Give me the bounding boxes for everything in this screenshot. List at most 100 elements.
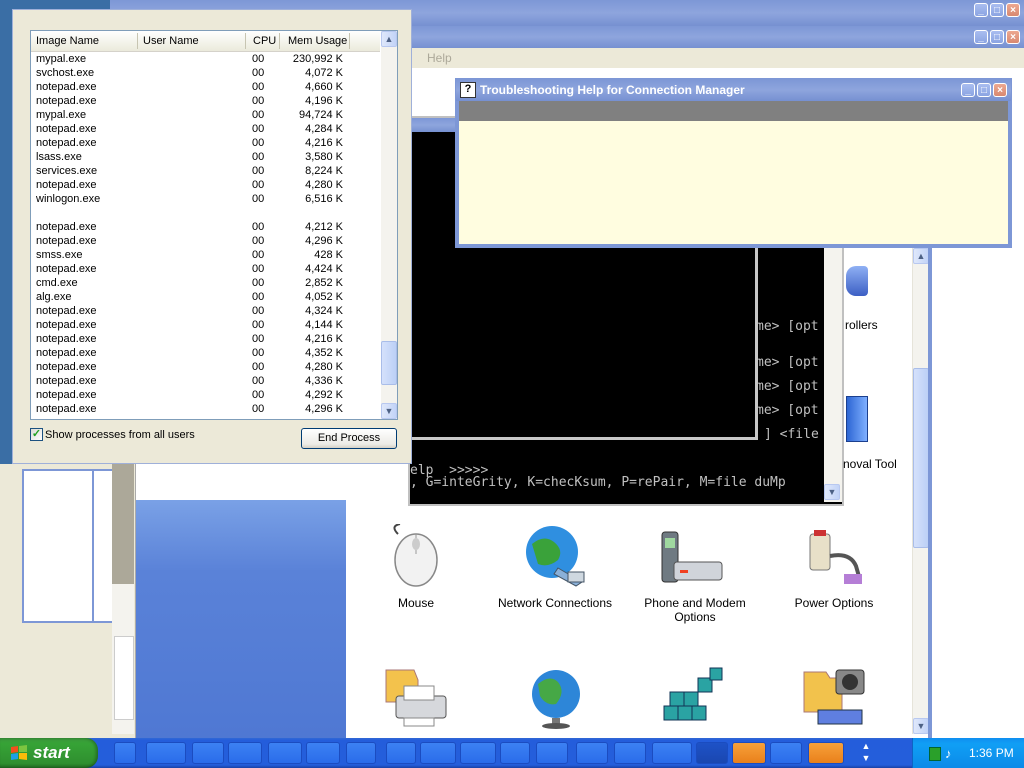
scroll-up-icon[interactable]: ▲ (381, 31, 397, 47)
regional-options-icon[interactable] (526, 666, 586, 730)
power-options-icon[interactable] (800, 526, 866, 590)
show-all-users-checkbox[interactable]: ✓ (30, 428, 43, 441)
process-list-scrollbar[interactable]: ▲ ▼ (381, 31, 397, 419)
table-row[interactable]: notepad.exe 00 4,280 K (31, 360, 379, 374)
scroll-down-icon[interactable]: ▼ (381, 403, 397, 419)
table-row[interactable]: notepad.exe 00 4,324 K (31, 304, 379, 318)
close-icon[interactable]: × (1006, 30, 1020, 44)
table-row[interactable]: smss.exe 00 428 K (31, 248, 379, 262)
taskbar-group-button[interactable] (386, 742, 416, 764)
close-icon[interactable]: × (993, 83, 1007, 97)
table-row[interactable]: mypal.exe 00 230,992 K (31, 52, 379, 66)
table-row[interactable]: notepad.exe 00 4,424 K (31, 262, 379, 276)
table-row[interactable]: notepad.exe 00 4,144 K (31, 318, 379, 332)
table-row[interactable]: mypal.exe 00 94,724 K (31, 108, 379, 122)
mouse-icon[interactable] (388, 523, 446, 588)
table-row[interactable] (31, 206, 379, 220)
maximize-icon[interactable]: □ (990, 30, 1004, 44)
taskbar-group-button[interactable] (268, 742, 302, 764)
taskbar-cmd-button[interactable] (696, 742, 728, 764)
windows-logo-icon (10, 745, 28, 761)
table-row[interactable]: notepad.exe 00 4,216 K (31, 332, 379, 346)
taskbar-group-button[interactable] (228, 742, 262, 764)
menu-help[interactable]: Help (427, 51, 452, 65)
table-row[interactable]: notepad.exe 00 4,280 K (31, 178, 379, 192)
table-row[interactable]: notepad.exe 00 4,292 K (31, 388, 379, 402)
taskbar-group-button[interactable] (460, 742, 496, 764)
end-process-button[interactable]: End Process (301, 428, 397, 449)
printers-faxes-icon[interactable] (384, 666, 450, 730)
start-button[interactable]: start (0, 738, 98, 768)
scroll-down-icon[interactable]: ▼ (913, 718, 929, 734)
taskbar-scroll-arrows[interactable]: ▲ ▼ (858, 740, 874, 766)
cp-item-network-connections[interactable]: Network Connections (485, 596, 625, 610)
volume-tray-icon[interactable]: ♪ (945, 746, 952, 761)
taskbar-group-button[interactable] (576, 742, 608, 764)
table-row[interactable]: notepad.exe 00 4,296 K (31, 402, 379, 416)
table-row[interactable]: notepad.exe 00 4,336 K (31, 374, 379, 388)
process-mem-usage: 4,296 K (305, 403, 343, 415)
scroll-down-icon[interactable]: ▼ (824, 484, 840, 500)
process-list[interactable]: Image Name User Name CPU Mem Usage mypal… (30, 30, 398, 420)
taskbar-group-button[interactable] (346, 742, 376, 764)
table-row[interactable]: notepad.exe 00 4,352 K (31, 346, 379, 360)
taskbar-group-button[interactable] (652, 742, 692, 764)
minimize-icon[interactable]: _ (974, 3, 988, 17)
scheduled-tasks-icon[interactable] (660, 666, 726, 730)
phone-modem-icon[interactable] (660, 526, 726, 590)
table-row[interactable]: notepad.exe 00 4,296 K (31, 234, 379, 248)
clock: 1:36 PM (969, 746, 1014, 760)
close-icon[interactable]: × (1006, 3, 1020, 17)
cp-item-mouse[interactable]: Mouse (346, 596, 486, 610)
help-titlebar[interactable]: ? Troubleshooting Help for Connection Ma… (456, 79, 1011, 101)
table-row[interactable]: notepad.exe 00 4,284 K (31, 122, 379, 136)
maximize-icon[interactable]: □ (990, 3, 1004, 17)
network-tray-icon[interactable] (929, 747, 941, 761)
taskbar-group-button[interactable] (536, 742, 568, 764)
table-row[interactable]: lsass.exe 00 3,580 K (31, 150, 379, 164)
console-scrollbar[interactable]: ▼ (824, 248, 842, 502)
network-connections-icon[interactable] (524, 524, 590, 588)
help-frame-left (456, 101, 459, 247)
column-user-name[interactable]: User Name (143, 35, 199, 47)
table-row[interactable]: notepad.exe 00 4,196 K (31, 94, 379, 108)
scanners-cameras-icon[interactable] (802, 666, 868, 730)
minimize-icon[interactable]: _ (974, 30, 988, 44)
table-row[interactable]: winlogon.exe 00 6,516 K (31, 192, 379, 206)
cp-item-power-options[interactable]: Power Options (764, 596, 904, 610)
help-icon: ? (460, 82, 476, 98)
console-line: me> [opt (756, 379, 819, 394)
table-row[interactable]: notepad.exe 00 4,212 K (31, 220, 379, 234)
taskbar-group-button[interactable] (306, 742, 340, 764)
process-image-name: svchost.exe (36, 67, 95, 79)
table-row[interactable]: svchost.exe 00 4,072 K (31, 66, 379, 80)
column-image-name[interactable]: Image Name (36, 35, 99, 47)
quicklaunch-icon[interactable] (114, 742, 136, 764)
taskbar-taskmgr-button[interactable] (808, 742, 844, 764)
scroll-thumb[interactable] (381, 341, 397, 385)
scroll-up-icon[interactable]: ▲ (913, 248, 929, 264)
taskbar-group-button[interactable] (770, 742, 802, 764)
process-image-name: alg.exe (36, 291, 72, 303)
table-row[interactable]: alg.exe 00 4,052 K (31, 290, 379, 304)
minimize-icon[interactable]: _ (961, 83, 975, 97)
table-row[interactable]: cmd.exe 00 2,852 K (31, 276, 379, 290)
column-cpu[interactable]: CPU (253, 35, 276, 47)
table-row[interactable]: notepad.exe 00 4,216 K (31, 136, 379, 150)
maximize-icon[interactable]: □ (977, 83, 991, 97)
cp-item-phone-modem[interactable]: Phone and Modem Options (625, 596, 765, 624)
table-row[interactable]: services.exe 00 8,224 K (31, 164, 379, 178)
table-row[interactable]: notepad.exe 00 4,660 K (31, 80, 379, 94)
game-controllers-icon[interactable] (846, 266, 868, 296)
scroll-thumb[interactable] (913, 368, 929, 548)
taskbar-group-button[interactable] (192, 742, 224, 764)
taskbar-group-button[interactable] (500, 742, 530, 764)
taskbar-group-button[interactable] (614, 742, 646, 764)
control-panel-scrollbar[interactable]: ▲ ▼ (912, 248, 929, 734)
column-mem-usage[interactable]: Mem Usage (288, 35, 347, 47)
taskbar-help-button[interactable] (732, 742, 766, 764)
taskbar-group-button[interactable] (420, 742, 456, 764)
taskbar-group-button[interactable] (146, 742, 186, 764)
inner-window-titlebar[interactable]: _ □ × (390, 26, 1024, 48)
add-remove-programs-icon[interactable] (846, 396, 868, 442)
